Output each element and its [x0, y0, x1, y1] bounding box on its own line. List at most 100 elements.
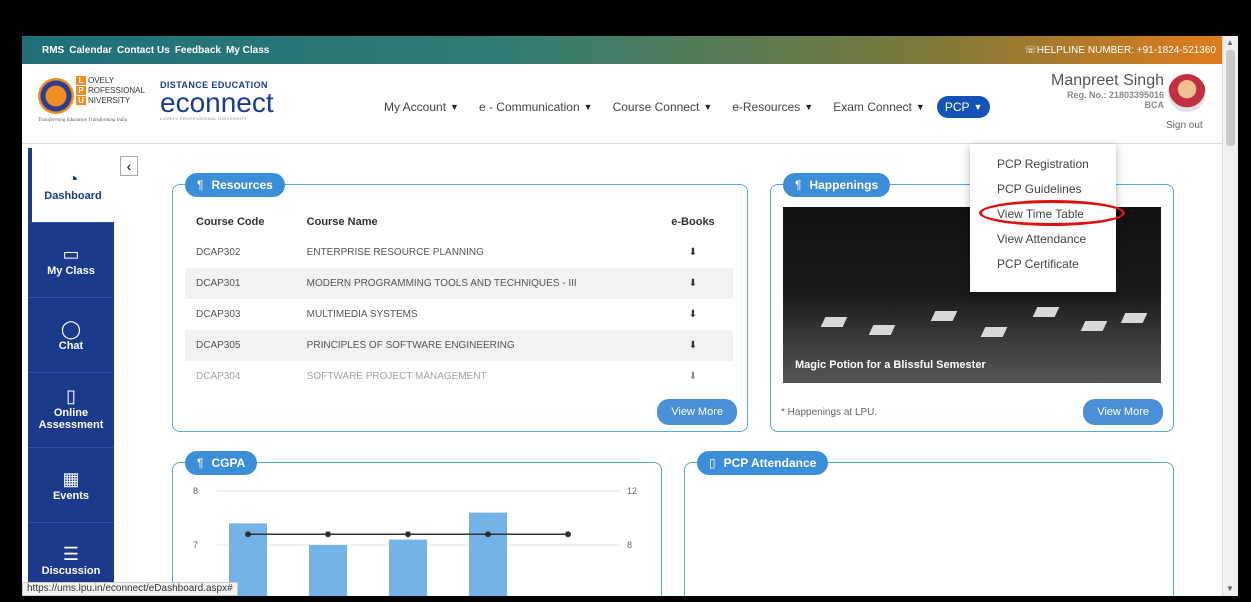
- cgpa-card: ¶ CGPA 8 7 12 8: [172, 451, 662, 596]
- menu-item-view-attendance[interactable]: View Attendance: [970, 227, 1116, 252]
- pin-icon: ¶: [197, 178, 204, 192]
- happenings-view-more-button[interactable]: View More: [1083, 399, 1163, 425]
- cgpa-bar[interactable]: [469, 512, 507, 596]
- download-icon[interactable]: ⬇: [653, 361, 733, 382]
- table-row: DCAP303 MULTIMEDIA SYSTEMS ⬇: [185, 299, 733, 330]
- chevron-down-icon: ▼: [583, 102, 593, 112]
- column-header: e-Books: [671, 216, 715, 228]
- lpu-logo[interactable]: L OVELY P ROFESSIONAL U NIVERSITY Transform…: [38, 76, 154, 128]
- nav-e-communication[interactable]: e - Communication ▼: [479, 100, 593, 114]
- course-code: DCAP301: [185, 268, 296, 299]
- document-edit-icon: ▯: [66, 386, 76, 406]
- download-icon[interactable]: ⬇: [653, 237, 733, 268]
- pcp-dropdown-menu: PCP Registration PCP Guidelines View Tim…: [970, 144, 1116, 292]
- laptop-icon: ▭: [62, 244, 80, 264]
- menu-item-pcp-registration[interactable]: PCP Registration: [970, 152, 1116, 177]
- scroll-up-icon[interactable]: ▲: [1226, 38, 1234, 47]
- cgpa-chart: 8 7 12 8: [193, 486, 637, 596]
- resources-card: ¶ Resources Course Code Course Name e-Boo…: [172, 173, 748, 432]
- cgpa-line: [245, 531, 571, 538]
- course-code: DCAP304: [196, 371, 241, 382]
- avatar[interactable]: [1168, 74, 1206, 112]
- menu-item-pcp-certificate[interactable]: PCP Certificate: [970, 252, 1116, 277]
- cgpa-bars: [229, 512, 507, 596]
- download-icon[interactable]: ⬇: [653, 299, 733, 330]
- chat-icon: ◯: [60, 319, 82, 339]
- calendar-icon: ▦: [62, 469, 80, 489]
- course-name: PRINCIPLES OF SOFTWARE ENGINEERING: [295, 330, 653, 361]
- nav-my-account[interactable]: My Account ▼: [384, 100, 459, 114]
- cgpa-point[interactable]: [245, 531, 251, 538]
- top-link-calendar[interactable]: Calendar: [69, 45, 112, 56]
- course-name: ENTERPRISE RESOURCE PLANNING: [306, 247, 484, 258]
- sign-out-link[interactable]: Sign out: [1166, 120, 1203, 131]
- menu-item-pcp-guidelines[interactable]: PCP Guidelines: [970, 177, 1116, 202]
- y-tick-right: 12: [627, 486, 637, 496]
- cgpa-point[interactable]: [325, 531, 331, 538]
- download-icon[interactable]: ⬇: [652, 330, 733, 361]
- resources-table: Course Code Course Name e-Books DCAP302 …: [185, 207, 733, 382]
- user-reg-no: Reg. No.: 21803395016: [1066, 90, 1164, 100]
- scroll-down-icon[interactable]: ▼: [1226, 584, 1234, 593]
- status-bar-url: https://ums.lpu.in/econnect/eDashboard.a…: [22, 582, 238, 596]
- nav-exam-connect[interactable]: Exam Connect ▼: [833, 100, 925, 114]
- menu-item-view-time-table[interactable]: View Time Table: [970, 202, 1116, 227]
- cgpa-point[interactable]: [405, 531, 411, 538]
- course-name: MODERN PROGRAMMING TOOLS AND TECHNIQUES …: [295, 268, 653, 299]
- cgpa-bar[interactable]: [389, 539, 427, 596]
- cgpa-point[interactable]: [485, 531, 491, 538]
- user-info: Manpreet Singh Reg. No.: 21803395016 BCA: [1040, 72, 1164, 110]
- happenings-note: * Happenings at LPU.: [781, 407, 878, 418]
- resources-view-more-button[interactable]: View More: [657, 399, 737, 425]
- econnect-logo[interactable]: DISTANCE EDUCATION econnect LOVELY PROFE…: [160, 80, 280, 126]
- table-row: DCAP305 PRINCIPLES OF SOFTWARE ENGINEERI…: [185, 330, 733, 361]
- table-row: DCAP301 MODERN PROGRAMMING TOOLS AND TEC…: [185, 268, 733, 299]
- sidebar-item-events[interactable]: ▦ Events: [28, 448, 114, 523]
- user-name: Manpreet Singh: [1051, 72, 1164, 89]
- econnect-wordmark: econnect: [160, 87, 274, 118]
- top-link-rms[interactable]: RMS: [42, 45, 64, 56]
- top-link-my-class[interactable]: My Class: [226, 45, 269, 56]
- lpu-emblem-icon: [38, 78, 74, 114]
- cgpa-bar[interactable]: [309, 545, 347, 596]
- user-course: BCA: [1144, 100, 1165, 110]
- scrollbar[interactable]: ▲ ▼: [1222, 36, 1238, 596]
- cgpa-point[interactable]: [565, 531, 571, 538]
- pin-icon: ¶: [197, 456, 204, 470]
- course-code: DCAP303: [196, 309, 241, 320]
- table-row: DCAP302 ENTERPRISE RESOURCE PLANNING ⬇: [185, 237, 733, 268]
- lpu-tagline: Transforming Education Transforming Indi…: [38, 118, 128, 123]
- table-header-row: Course Code Course Name e-Books: [185, 207, 733, 237]
- sidebar-item-my-class[interactable]: ▭ My Class: [28, 223, 114, 298]
- top-bar: RMS Calendar Contact Us Feedback My Clas…: [22, 36, 1222, 64]
- nav-course-connect[interactable]: Course Connect ▼: [613, 100, 713, 114]
- nav-pcp-button[interactable]: PCP ▼: [936, 96, 991, 118]
- browser-viewport: RMS Calendar Contact Us Feedback My Clas…: [22, 36, 1238, 596]
- top-links: RMS Calendar Contact Us Feedback My Clas…: [42, 45, 269, 56]
- happenings-caption: Magic Potion for a Blissful Semester: [795, 359, 986, 371]
- sidebar-item-online-assessment[interactable]: ▯ Online Assessment: [28, 373, 114, 448]
- dashboard-icon: ◔: [67, 169, 79, 189]
- resources-card-title: ¶ Resources: [185, 173, 285, 197]
- column-header: Course Code: [196, 216, 265, 228]
- happenings-card-title: ¶ Happenings: [783, 173, 891, 197]
- clipboard-icon: ▯: [709, 456, 716, 470]
- sidebar-item-chat[interactable]: ◯ Chat: [28, 298, 114, 373]
- column-header: Course Name: [306, 216, 378, 228]
- collapse-sidebar-button[interactable]: ‹: [120, 156, 138, 176]
- y-tick-left: 8: [193, 486, 198, 496]
- pin-icon: ¶: [795, 178, 802, 192]
- cgpa-card-title: ¶ CGPA: [185, 451, 258, 475]
- header: L OVELY P ROFESSIONAL U NIVERSITY Transform…: [22, 64, 1222, 144]
- top-link-contact-us[interactable]: Contact Us: [117, 45, 170, 56]
- chevron-down-icon: ▼: [804, 102, 814, 112]
- download-icon[interactable]: ⬇: [652, 268, 733, 299]
- pcp-attendance-card: ▯ PCP Attendance: [684, 451, 1174, 596]
- top-link-feedback[interactable]: Feedback: [175, 45, 221, 56]
- sidebar-item-dashboard[interactable]: ◔ Dashboard: [28, 148, 114, 223]
- scroll-thumb[interactable]: [1226, 50, 1235, 146]
- chevron-down-icon: ▼: [450, 102, 459, 112]
- y-tick-right: 8: [627, 540, 632, 550]
- discussion-icon: ☰: [62, 544, 80, 564]
- nav-e-resources[interactable]: e-Resources ▼: [732, 100, 813, 114]
